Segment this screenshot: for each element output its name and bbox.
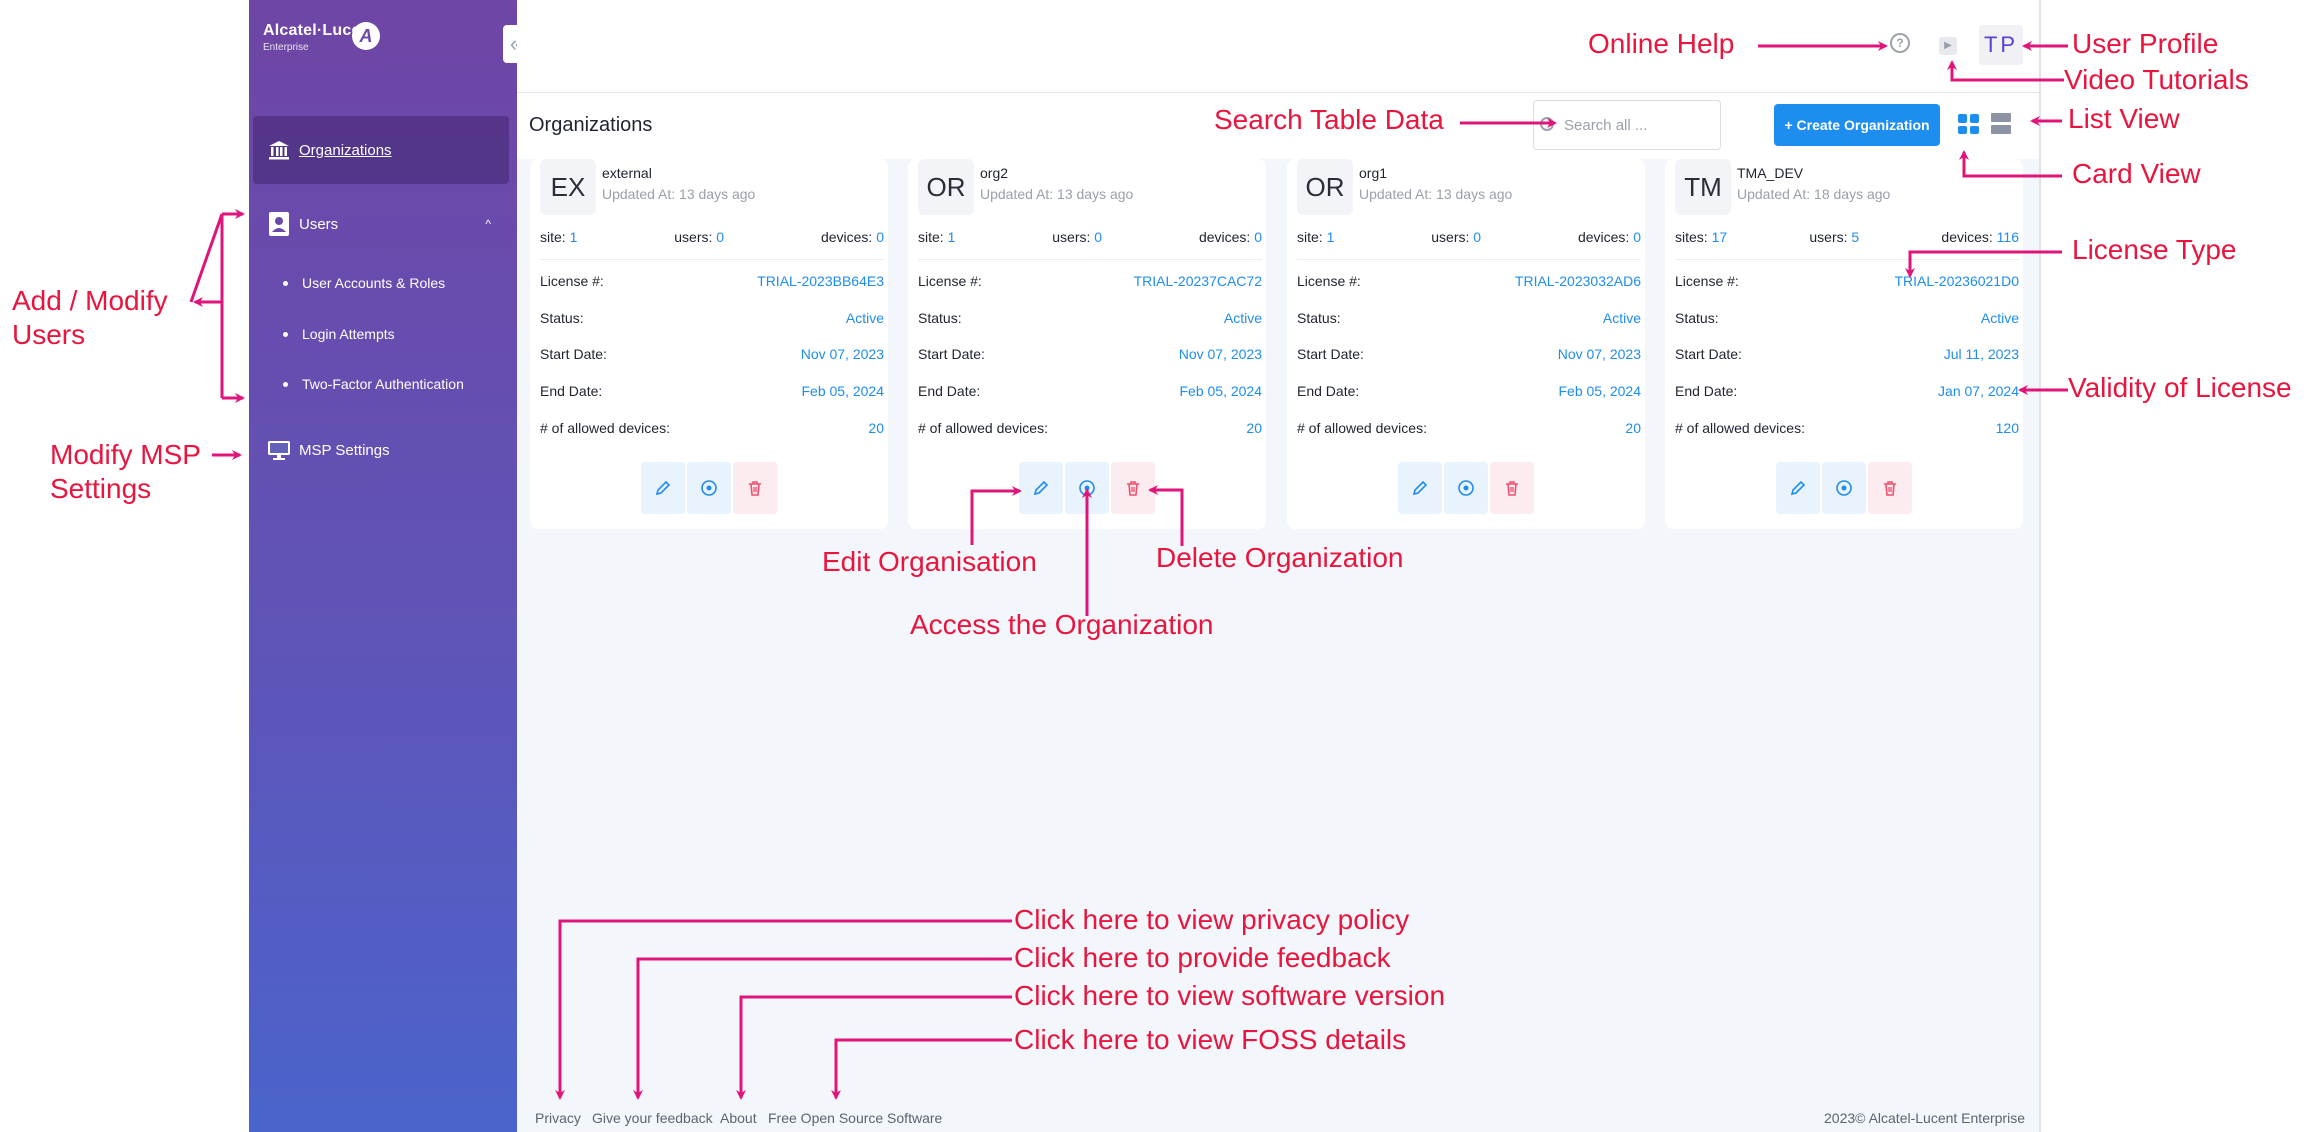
annotation-delete-org: Delete Organization xyxy=(1156,542,1404,573)
annotation-online-help: Online Help xyxy=(1588,28,1735,59)
annotation-add-modify-users: Add / Modify Users xyxy=(12,285,168,350)
arrow-feedback xyxy=(633,957,1012,1100)
annotation-card-view: Card View xyxy=(2072,158,2201,189)
arrow-about xyxy=(736,995,1012,1100)
arrow-license-type xyxy=(1905,250,2062,278)
annotation-foss: Click here to view FOSS details xyxy=(1014,1024,1407,1055)
annotation-user-profile: User Profile xyxy=(2072,28,2219,59)
annotation-video-tutorials: Video Tutorials xyxy=(2064,64,2249,95)
arrow-privacy xyxy=(555,919,1012,1100)
screenshot-stage: Alcatel·Lucent Enterprise A « Organizati… xyxy=(0,0,2316,1132)
annotation-access-org: Access the Organization xyxy=(910,609,1214,640)
annotation-feedback: Click here to provide feedback xyxy=(1014,942,1391,973)
annotation-edit-org: Edit Organisation xyxy=(822,546,1037,577)
annotation-version: Click here to view software version xyxy=(1014,980,1446,1011)
arrow-foss xyxy=(831,1038,1012,1100)
bracket-users-top xyxy=(189,213,224,303)
arrow-edit xyxy=(970,486,1022,545)
arrow-delete xyxy=(1148,485,1184,546)
arrow-video-tutorials xyxy=(1947,60,2064,82)
annotation-validity: Validity of License xyxy=(2068,372,2292,403)
annotation-modify-msp: Modify MSP Settings xyxy=(50,439,201,504)
arrow-card-view xyxy=(1959,150,2062,178)
annotation-privacy: Click here to view privacy policy xyxy=(1014,904,1410,935)
annotation-list-view: List View xyxy=(2068,103,2180,134)
annotation-license-type: License Type xyxy=(2072,234,2237,265)
annotation-search: Search Table Data xyxy=(1214,104,1444,135)
